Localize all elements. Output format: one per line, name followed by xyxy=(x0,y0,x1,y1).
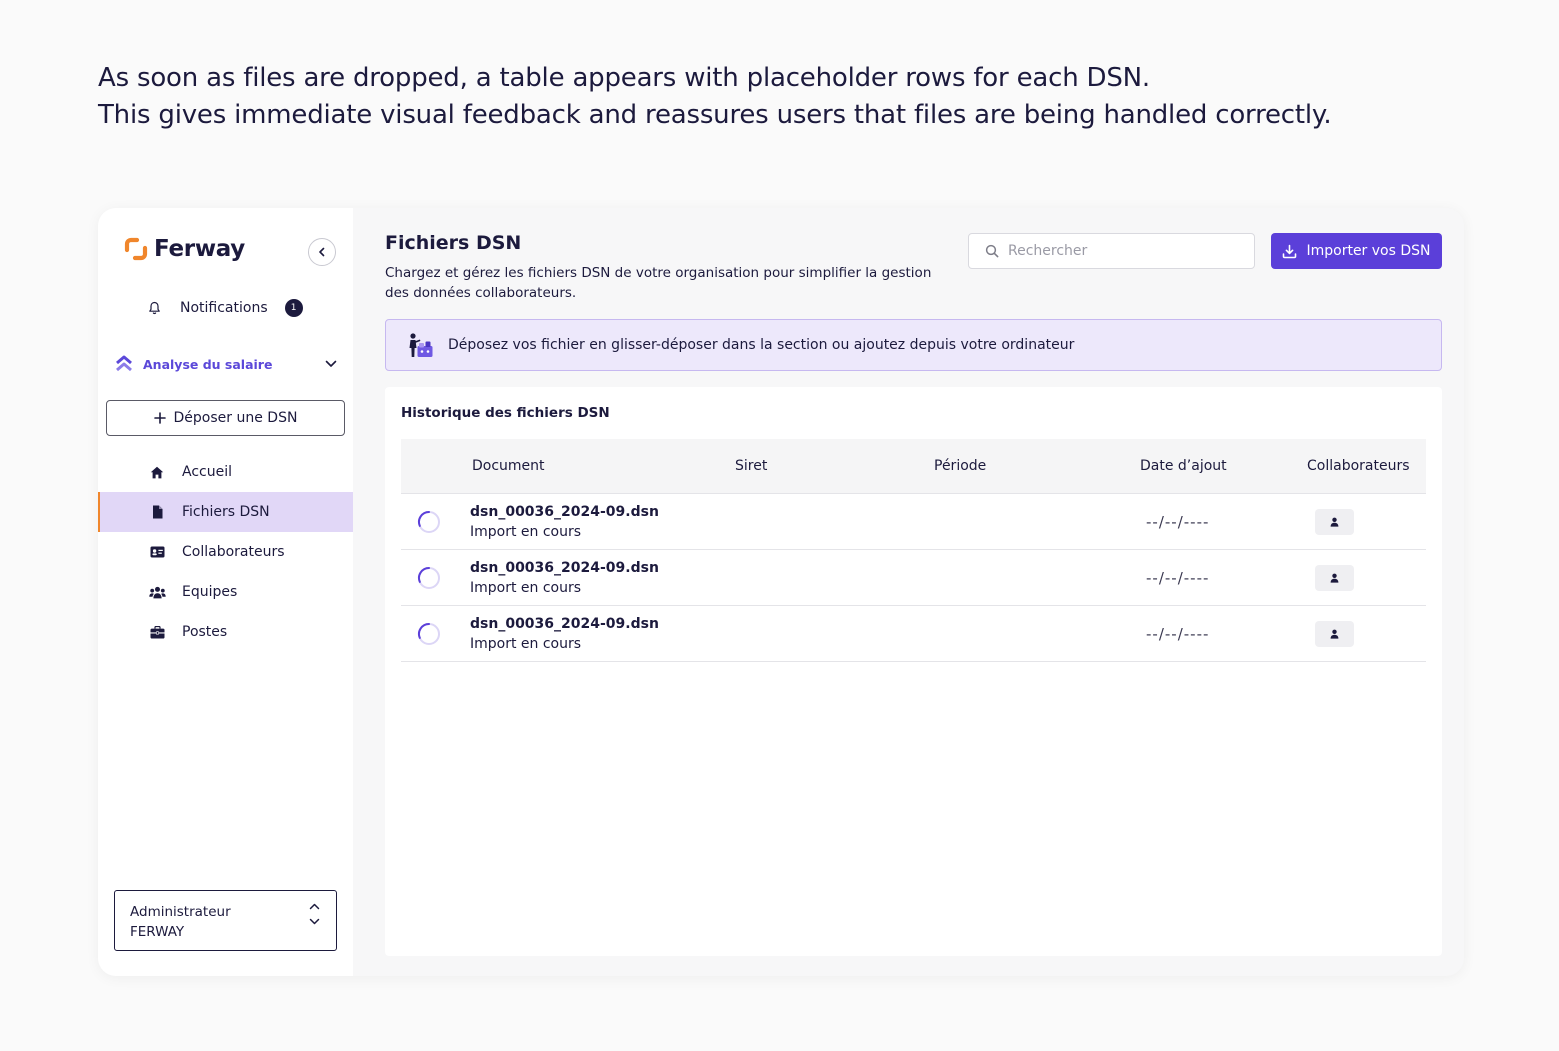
date-added: --/--/---- xyxy=(1146,513,1210,531)
sidebar-item-label: Fichiers DSN xyxy=(182,504,270,520)
user-icon xyxy=(1330,629,1339,639)
sidebar-item-collaborateurs[interactable]: Collaborateurs xyxy=(98,532,353,572)
loading-spinner-icon xyxy=(418,567,440,589)
chevron-down-icon xyxy=(325,360,337,367)
sidebar-nav: Accueil Fichiers DSN Collaborateurs Equi… xyxy=(98,452,353,652)
notifications-link[interactable]: Notifications 1 xyxy=(148,298,303,318)
main-content: Fichiers DSN Chargez et gérez les fichie… xyxy=(353,208,1464,976)
page-title: Fichiers DSN xyxy=(385,232,522,254)
collaborators-chip[interactable] xyxy=(1315,509,1354,535)
date-added: --/--/---- xyxy=(1146,569,1210,587)
dropzone-text: Déposez vos fichier en glisser-déposer d… xyxy=(448,337,1075,353)
column-header-document[interactable]: Document xyxy=(472,458,545,474)
column-header-siret[interactable]: Siret xyxy=(735,458,767,474)
app-window: Ferway Notifications 1 Analyse du salair… xyxy=(98,208,1464,976)
caption-line-1: As soon as files are dropped, a table ap… xyxy=(98,63,1150,93)
sidebar-item-label: Accueil xyxy=(182,464,232,480)
id-card-icon xyxy=(148,546,166,558)
sidebar-item-fichiers-dsn[interactable]: Fichiers DSN xyxy=(98,492,353,532)
collaborators-chip[interactable] xyxy=(1315,565,1354,591)
logo[interactable]: Ferway xyxy=(124,236,245,262)
file-icon xyxy=(148,505,166,519)
users-icon xyxy=(148,586,166,599)
document-name: dsn_00036_2024-09.dsn xyxy=(470,616,659,632)
module-label: Analyse du salaire xyxy=(143,356,273,372)
import-dsn-label: Importer vos DSN xyxy=(1306,243,1431,259)
user-chevrons xyxy=(309,903,320,925)
deposit-dsn-button[interactable]: Déposer une DSN xyxy=(106,400,345,436)
file-upload-illustration-icon xyxy=(409,333,433,357)
history-card: Historique des fichiers DSN Document Sir… xyxy=(385,387,1442,956)
page-description: Chargez et gérez les fichiers DSN de vot… xyxy=(385,265,932,301)
sidebar: Ferway Notifications 1 Analyse du salair… xyxy=(98,208,353,976)
notifications-label: Notifications xyxy=(180,300,268,316)
caption-line-2: This gives immediate visual feedback and… xyxy=(98,100,1332,130)
chevron-left-icon xyxy=(319,247,325,257)
table-header: Document Siret Période Date d’ajout Coll… xyxy=(401,439,1426,494)
column-header-periode[interactable]: Période xyxy=(934,458,986,474)
document-status: Import en cours xyxy=(470,636,582,652)
search-icon xyxy=(985,244,999,258)
plus-icon xyxy=(153,412,166,424)
document-name: dsn_00036_2024-09.dsn xyxy=(470,560,659,576)
loading-spinner-icon xyxy=(418,623,440,645)
deposit-dsn-label: Déposer une DSN xyxy=(173,410,298,426)
module-selector[interactable]: Analyse du salaire xyxy=(115,354,337,374)
notification-count-badge: 1 xyxy=(284,299,303,317)
column-header-date-ajout[interactable]: Date d’ajout xyxy=(1140,458,1227,474)
ferway-logo-icon xyxy=(124,237,148,261)
sidebar-item-label: Collaborateurs xyxy=(182,544,285,560)
user-organization: FERWAY xyxy=(130,924,185,940)
document-status: Import en cours xyxy=(470,580,582,596)
chevron-down-icon xyxy=(309,918,320,925)
user-account-selector[interactable]: Administrateur FERWAY xyxy=(114,890,337,951)
briefcase-icon xyxy=(148,625,166,639)
download-icon xyxy=(1283,244,1297,258)
loading-spinner-icon xyxy=(418,511,440,533)
caption: As soon as files are dropped, a table ap… xyxy=(98,60,1478,134)
collapse-sidebar-button[interactable] xyxy=(308,238,336,266)
sidebar-item-accueil[interactable]: Accueil xyxy=(98,452,353,492)
module-logo-icon xyxy=(116,355,132,372)
column-header-collaborateurs[interactable]: Collaborateurs xyxy=(1307,458,1410,474)
document-name: dsn_00036_2024-09.dsn xyxy=(470,504,659,520)
user-role: Administrateur xyxy=(130,904,231,920)
search-box[interactable] xyxy=(968,233,1255,269)
file-dropzone[interactable]: Déposez vos fichier en glisser-déposer d… xyxy=(385,319,1442,371)
home-icon xyxy=(148,466,166,479)
sidebar-item-postes[interactable]: Postes xyxy=(98,612,353,652)
sidebar-item-label: Postes xyxy=(182,624,228,640)
sidebar-item-label: Equipes xyxy=(182,584,238,600)
document-status: Import en cours xyxy=(470,524,582,540)
collaborators-chip[interactable] xyxy=(1315,621,1354,647)
date-added: --/--/---- xyxy=(1146,625,1210,643)
user-icon xyxy=(1330,517,1339,527)
table-row[interactable]: dsn_00036_2024-09.dsn Import en cours --… xyxy=(401,550,1426,606)
table-row[interactable]: dsn_00036_2024-09.dsn Import en cours --… xyxy=(401,606,1426,662)
search-input[interactable] xyxy=(1008,243,1238,259)
sidebar-item-equipes[interactable]: Equipes xyxy=(98,572,353,612)
logo-text: Ferway xyxy=(154,236,245,262)
dsn-files-table: Document Siret Période Date d’ajout Coll… xyxy=(401,439,1426,662)
user-icon xyxy=(1330,573,1339,583)
bell-icon xyxy=(149,301,160,315)
history-title: Historique des fichiers DSN xyxy=(401,405,610,421)
table-row[interactable]: dsn_00036_2024-09.dsn Import en cours --… xyxy=(401,494,1426,550)
import-dsn-button[interactable]: Importer vos DSN xyxy=(1271,233,1442,269)
chevron-up-icon xyxy=(309,903,320,910)
